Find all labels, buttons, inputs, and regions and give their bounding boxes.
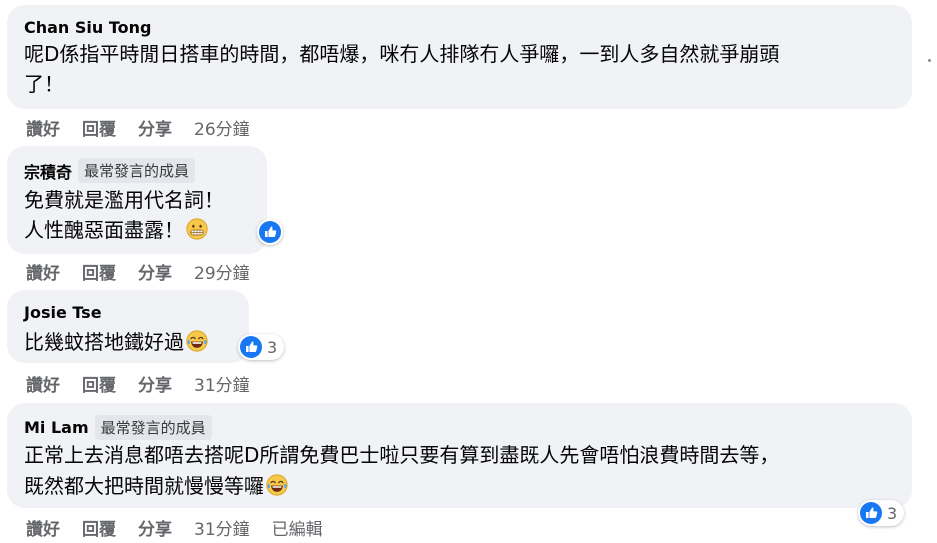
- like-reaction-icon: [860, 502, 882, 524]
- reply-button[interactable]: 回覆: [82, 515, 116, 540]
- comment-text-span: 比幾蚊搭地鐵好過: [24, 330, 184, 354]
- share-button[interactable]: 分享: [138, 371, 172, 396]
- comment-timestamp[interactable]: 31分鐘: [194, 371, 250, 396]
- reaction-count: 3: [267, 337, 278, 357]
- like-reaction-icon: [240, 336, 262, 358]
- like-button[interactable]: 讚好: [26, 115, 60, 140]
- comment-text-span: 既然都大把時間就慢慢等囉: [24, 474, 264, 498]
- comment-text-line-1: 正常上去消息都唔去搭呢D所謂免費巴士啦只要有算到盡既人先會唔怕浪費時間去等，: [24, 443, 780, 467]
- like-button[interactable]: 讚好: [26, 371, 60, 396]
- comment-timestamp[interactable]: 29分鐘: [194, 259, 250, 284]
- reaction-summary[interactable]: [257, 219, 283, 245]
- comment-text-line-1: 免費就是濫用代名詞！: [24, 188, 224, 212]
- share-button[interactable]: 分享: [138, 115, 172, 140]
- reply-button[interactable]: 回覆: [82, 115, 116, 140]
- more-options-icon[interactable]: [928, 59, 931, 62]
- author-row: Chan Siu Tong: [24, 18, 151, 37]
- reply-button[interactable]: 回覆: [82, 371, 116, 396]
- reaction-summary[interactable]: 3: [238, 334, 285, 360]
- comment-text-line-2: 了！: [24, 72, 64, 96]
- comment-text-line-1: 比幾蚊搭地鐵好過: [24, 327, 208, 357]
- comment-text-span: 人性醜惡面盡露！: [24, 218, 184, 242]
- laughing-tears-face-icon: [266, 474, 288, 496]
- reply-button[interactable]: 回覆: [82, 259, 116, 284]
- comment-timestamp[interactable]: 26分鐘: [194, 115, 250, 140]
- edited-label[interactable]: 已編輯: [272, 515, 323, 540]
- top-contributor-badge: 最常發言的成員: [94, 415, 212, 440]
- comment-text-line-1: 呢D係指平時閒日搭車的時間，都唔爆，咪冇人排隊冇人爭囉，一到人多自然就爭崩頭: [24, 42, 780, 66]
- author-name[interactable]: Mi Lam: [24, 418, 89, 437]
- comment-timestamp[interactable]: 31分鐘: [194, 515, 250, 540]
- like-reaction-icon: [259, 221, 281, 243]
- top-contributor-badge: 最常發言的成員: [78, 158, 196, 183]
- reaction-count: 3: [887, 503, 898, 523]
- comment-actions: 讚好 回覆 分享 26分鐘: [26, 115, 272, 140]
- like-button[interactable]: 讚好: [26, 259, 60, 284]
- author-name[interactable]: 宗積奇: [24, 159, 72, 183]
- like-button[interactable]: 讚好: [26, 515, 60, 540]
- author-row: Josie Tse: [24, 303, 102, 322]
- comment-actions: 讚好 回覆 分享 29分鐘: [26, 259, 272, 284]
- author-name[interactable]: Chan Siu Tong: [24, 18, 151, 37]
- share-button[interactable]: 分享: [138, 515, 172, 540]
- author-name[interactable]: Josie Tse: [24, 303, 102, 322]
- grimacing-face-icon: [186, 218, 208, 240]
- comment-text-line-2: 既然都大把時間就慢慢等囉: [24, 471, 288, 501]
- comment-actions: 讚好 回覆 分享 31分鐘: [26, 371, 272, 396]
- author-row: Mi Lam 最常發言的成員: [24, 415, 212, 440]
- reaction-summary[interactable]: 3: [858, 500, 905, 526]
- laughing-tears-face-icon: [186, 330, 208, 352]
- author-row: 宗積奇 最常發言的成員: [24, 158, 196, 183]
- comment-actions: 讚好 回覆 分享 31分鐘 已編輯: [26, 515, 323, 540]
- share-button[interactable]: 分享: [138, 259, 172, 284]
- comment-text-line-2: 人性醜惡面盡露！: [24, 215, 208, 245]
